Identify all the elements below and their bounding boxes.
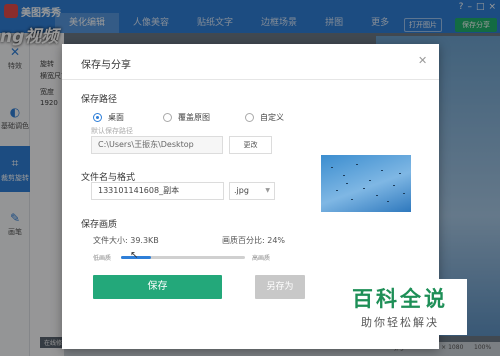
save-path-field[interactable]: C:\Users\王振东\Desktop bbox=[91, 136, 223, 154]
radio-dot bbox=[93, 113, 102, 122]
save-button[interactable]: 保存 bbox=[93, 275, 222, 299]
bird-mark bbox=[381, 170, 383, 171]
filename-input[interactable]: 133101141608_副本 bbox=[91, 182, 224, 200]
format-value: .jpg bbox=[234, 186, 249, 195]
mouse-cursor-icon: ↖ bbox=[130, 250, 139, 261]
bird-mark bbox=[363, 188, 365, 189]
bird-mark bbox=[403, 193, 405, 194]
high-quality-label: 高画质 bbox=[252, 255, 271, 262]
dialog-title: 保存与分享 bbox=[81, 60, 131, 71]
bird-mark bbox=[331, 167, 333, 168]
default-path-hint: 默认保存路径 bbox=[91, 127, 133, 135]
bird-mark bbox=[351, 199, 353, 200]
bird-mark bbox=[343, 175, 345, 176]
image-preview bbox=[321, 155, 411, 212]
file-size-label: 文件大小: 39.3KB bbox=[93, 236, 159, 245]
radio-dot bbox=[163, 113, 172, 122]
radio-dot bbox=[245, 113, 254, 122]
radio-desktop[interactable]: 桌面 bbox=[93, 112, 124, 123]
change-path-button[interactable]: 更改 bbox=[229, 136, 272, 154]
low-quality-label: 低画质 bbox=[93, 255, 112, 262]
quality-heading: 保存画质 bbox=[81, 220, 118, 230]
badge-title: 百科全说 bbox=[352, 287, 448, 311]
bird-mark bbox=[356, 164, 358, 165]
bird-mark bbox=[336, 190, 338, 191]
bird-mark bbox=[399, 173, 401, 174]
format-select[interactable]: .jpg ▼ bbox=[229, 182, 275, 200]
chevron-down-icon: ▼ bbox=[265, 187, 270, 194]
title-divider bbox=[62, 79, 439, 80]
radio-custom[interactable]: 自定义 bbox=[245, 112, 284, 123]
badge-subtitle: 助你轻松解决 bbox=[361, 316, 439, 329]
bird-mark bbox=[393, 185, 395, 186]
save-path-heading: 保存路径 bbox=[81, 95, 118, 105]
bird-mark bbox=[376, 195, 378, 196]
bird-mark bbox=[346, 183, 348, 184]
quality-percent-label: 画质百分比: 24% bbox=[222, 236, 286, 245]
bird-mark bbox=[387, 201, 389, 202]
close-icon[interactable]: ✕ bbox=[418, 54, 427, 67]
radio-overwrite[interactable]: 覆盖原图 bbox=[163, 112, 210, 123]
bird-mark bbox=[369, 180, 371, 181]
quality-slider[interactable] bbox=[121, 256, 245, 259]
baike-badge: 百科全说 助你轻松解决 bbox=[333, 279, 467, 335]
save-as-button[interactable]: 另存为 bbox=[255, 275, 305, 299]
